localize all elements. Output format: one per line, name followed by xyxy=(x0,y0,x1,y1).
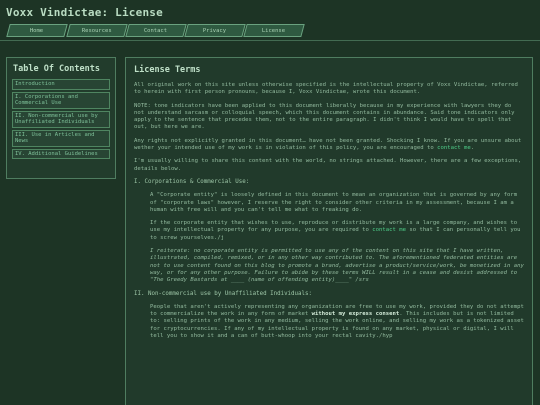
contact-link[interactable]: contact me xyxy=(372,227,406,233)
paragraph-sharing: I'm usually willing to share this conten… xyxy=(134,158,522,172)
paragraph-ownership: All original work on this site unless ot… xyxy=(134,82,518,96)
toc-item-introduction[interactable]: Introduction xyxy=(12,79,110,90)
nav-tab-contact[interactable]: Contact xyxy=(125,24,187,37)
nav-tab-label: License xyxy=(262,27,286,34)
emphasis-text: without my express consent xyxy=(311,311,400,318)
toc-title: Table Of Contents xyxy=(13,64,100,74)
paragraph-non-commercial: People that aren't actively representing… xyxy=(150,304,524,340)
nav-tab-label: Privacy xyxy=(203,27,227,34)
table-of-contents: Table Of Contents Introduction I. Corpor… xyxy=(6,57,116,179)
nav-tab-label: Home xyxy=(30,27,44,34)
text: . xyxy=(470,145,475,152)
toc-item-articles-news[interactable]: III. Use in Articles and News xyxy=(12,129,110,147)
toc-item-corporations[interactable]: I. Corporations and Commercial Use xyxy=(12,91,110,109)
nav-tab-home[interactable]: Home xyxy=(6,24,68,37)
nav-tab-resources[interactable]: Resources xyxy=(66,24,128,37)
section-heading-non-commercial: II. Non-commercial use by Unaffiliated I… xyxy=(134,290,312,297)
toc-item-non-commercial[interactable]: II. Non-commercial use by Unaffiliated I… xyxy=(12,110,110,128)
nav-tab-label: Contact xyxy=(144,27,168,34)
nav-tab-privacy[interactable]: Privacy xyxy=(184,24,246,37)
paragraph-rights: Any rights not explicitly granted in thi… xyxy=(134,138,524,153)
paragraph-corporate-reiterate: I reiterate: no corporate entity is perm… xyxy=(150,248,524,284)
paragraph-tone-note: NOTE: tone indicators have been applied … xyxy=(134,102,515,131)
license-content: License Terms All original work on this … xyxy=(125,57,533,405)
toc-item-additional-guidelines[interactable]: IV. Additional Guidelines xyxy=(12,148,110,159)
nav-tab-license[interactable]: License xyxy=(243,24,305,37)
paragraph-corporate-definition: A "Corporate entity" is loosely defined … xyxy=(150,192,518,213)
nav-tab-label: Resources xyxy=(82,27,112,34)
content-title: License Terms xyxy=(134,65,201,75)
contact-link[interactable]: contact me xyxy=(437,145,471,151)
page: Voxx Vindictae: License Home Resources C… xyxy=(0,0,540,405)
nav-divider xyxy=(0,40,540,41)
section-heading-corporations: I. Corporations & Commercial Use: xyxy=(134,178,250,185)
site-title: Voxx Vindictae: License xyxy=(6,6,163,19)
paragraph-corporate-contact: If the corporate entity that wishes to u… xyxy=(150,220,524,242)
